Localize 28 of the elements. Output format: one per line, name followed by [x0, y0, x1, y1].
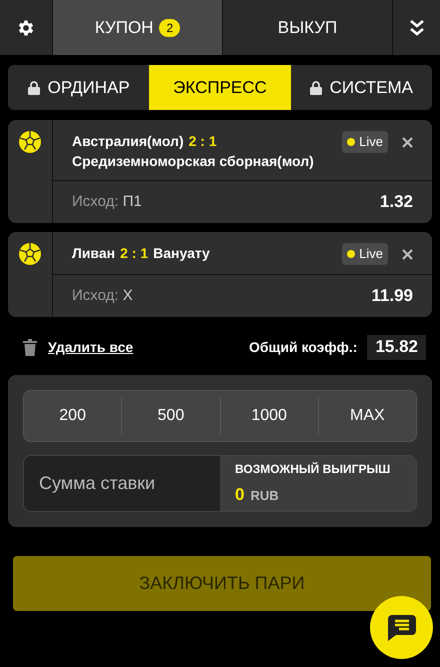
odds-value: 11.99	[371, 285, 413, 308]
match-score: 2 : 1	[120, 244, 148, 263]
preset-amount-button[interactable]: 1000	[220, 398, 318, 434]
team-name: Вануату	[153, 244, 210, 263]
coupon-tab[interactable]: КУПОН 2	[53, 0, 222, 55]
preset-amount-button[interactable]: 500	[121, 398, 220, 434]
live-badge: Live	[342, 131, 388, 153]
soccer-ball-icon	[18, 242, 42, 266]
bet-type-tab[interactable]: ЭКСПРЕСС	[149, 65, 291, 110]
live-badge: Live	[342, 243, 388, 265]
match-score: 2 : 1	[188, 132, 217, 151]
delete-all-link[interactable]: Удалить все	[48, 336, 134, 358]
team-name: Ливан	[72, 244, 116, 263]
preset-amount-button[interactable]: 200	[24, 398, 122, 434]
team-name: Австралия(мол)	[72, 132, 184, 151]
odds-value: 1.32	[380, 191, 413, 214]
total-odds-label: Общий коэфф.:	[249, 338, 358, 357]
chat-icon	[388, 614, 416, 640]
preset-amount-button[interactable]: MAX	[318, 398, 416, 434]
team-name: Средиземноморская сборная(мол)	[72, 152, 314, 171]
outcome-label: Исход: П1	[72, 192, 142, 212]
soccer-ball-icon	[18, 130, 42, 154]
total-odds-value: 15.82	[367, 334, 426, 360]
outcome-label: Исход: X	[72, 286, 133, 306]
trash-icon[interactable]	[23, 338, 37, 356]
count-badge: 2	[159, 18, 180, 36]
bet-type-tab[interactable]: ОРДИНАР	[8, 65, 150, 110]
bet-type-tab[interactable]: СИСТЕМА	[290, 65, 432, 110]
